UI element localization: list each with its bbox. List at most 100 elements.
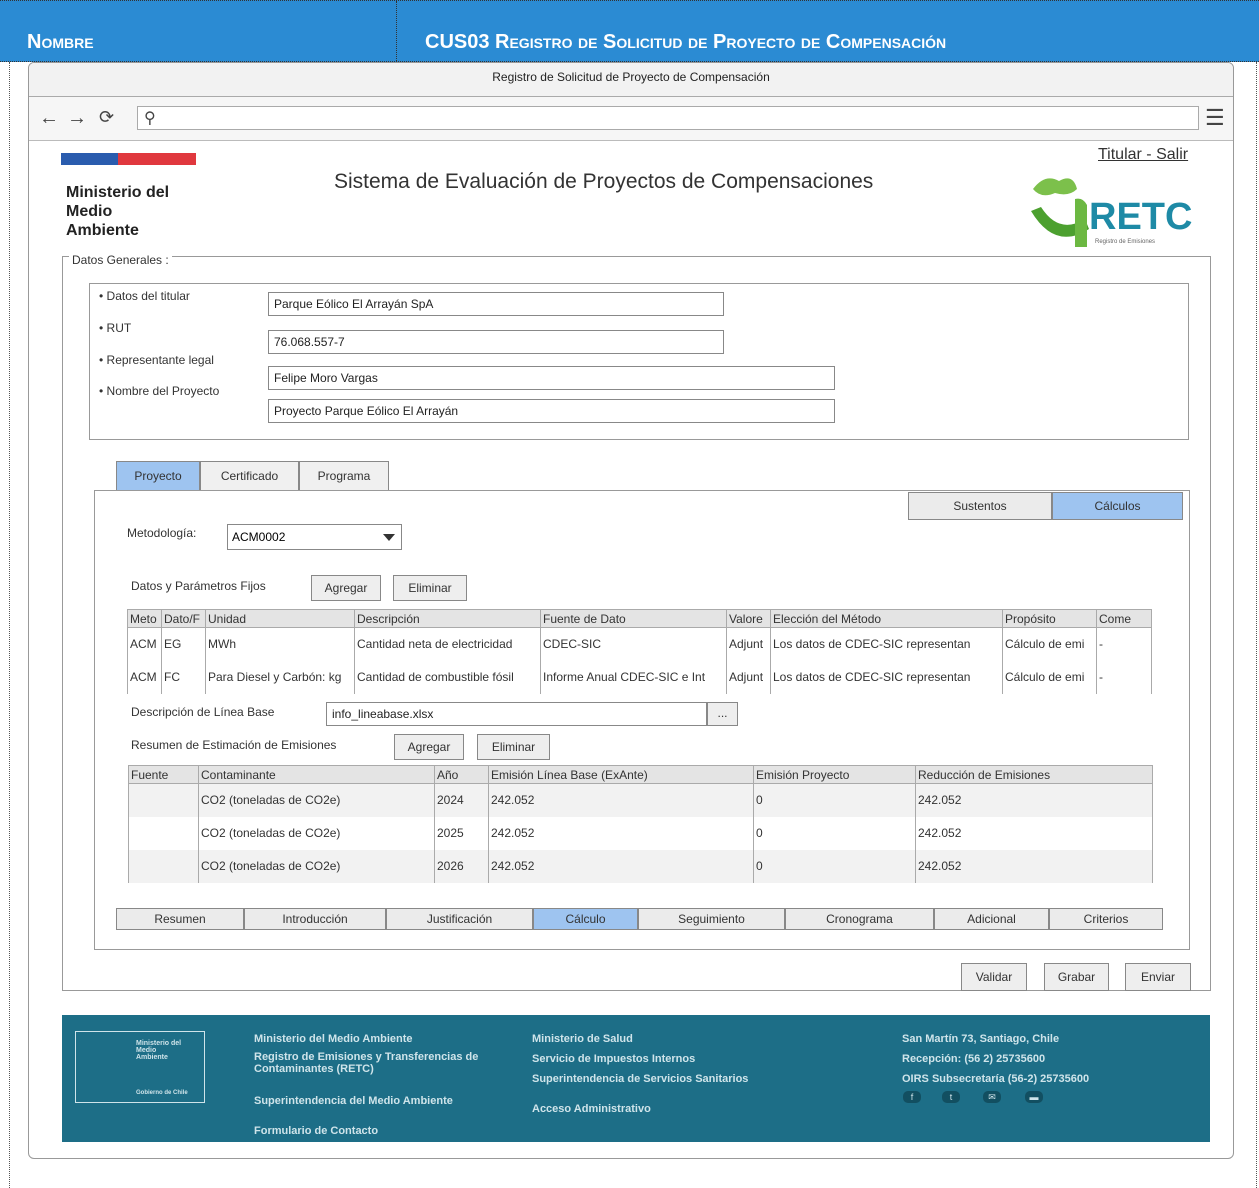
section-tab-calculo[interactable]: Cálculo (533, 908, 638, 930)
baseline-label: Descripción de Línea Base (131, 705, 275, 719)
table-cell: Los datos de CDEC-SIC representan (770, 660, 1003, 694)
column-header[interactable]: Elección del Método (770, 609, 1003, 628)
rut-field[interactable]: 76.068.557-7 (268, 330, 724, 354)
fixed-params-table: Meto Dato/F Unidad Descripción Fuente de Dat… (127, 609, 1152, 694)
column-header[interactable]: Año (434, 765, 489, 784)
tab-certificado[interactable]: Certificado (200, 461, 299, 491)
tab-programa[interactable]: Programa (299, 461, 389, 491)
save-button[interactable]: Grabar (1044, 963, 1109, 991)
table-cell: 0 (753, 816, 916, 850)
section-tab-seguimiento[interactable]: Seguimiento (638, 908, 785, 930)
table-cell: FC (161, 660, 206, 694)
chevron-down-icon (383, 534, 395, 541)
section-tab-criterios[interactable]: Criterios (1049, 908, 1163, 930)
retc-logo: RETC Registro de Emisiones (1025, 159, 1195, 251)
document-header: Nombre CUS03 Registro de Solicitud de Pr… (0, 0, 1259, 63)
table-cell: 242.052 (488, 816, 754, 850)
url-bar: ← → ⟳ ⚲ ☰ (29, 97, 1233, 141)
table-row[interactable]: CO2 (toneladas de CO2e) 2025 242.052 0 242.0… (128, 816, 1153, 850)
table-cell: Cálculo de emi (1002, 660, 1097, 694)
back-icon[interactable]: ← (39, 107, 59, 130)
column-header[interactable]: Come (1096, 609, 1152, 628)
table-cell: Adjunt (726, 627, 771, 661)
section-tab-cronograma[interactable]: Cronograma (785, 908, 934, 930)
left-border (9, 62, 10, 1188)
column-header[interactable]: Propósito (1002, 609, 1097, 628)
footer-link-retc[interactable]: Registro de Emisiones y Transferencias d… (254, 1051, 494, 1075)
column-header[interactable]: Valore (726, 609, 771, 628)
footer-phone: Recepción: (56 2) 25735600 (902, 1053, 1046, 1065)
footer: Ministerio del Medio Ambiente Gobierno d… (62, 1015, 1210, 1142)
table-cell: MWh (205, 627, 355, 661)
section-tab-resumen[interactable]: Resumen (116, 908, 244, 930)
column-header[interactable]: Emisión Proyecto (753, 765, 916, 784)
table-cell: Cantidad de combustible fósil (354, 660, 541, 694)
column-header[interactable]: Dato/F (161, 609, 206, 628)
column-header[interactable]: Reducción de Emisiones (915, 765, 1153, 784)
table-cell: 242.052 (488, 849, 754, 883)
forward-icon[interactable]: → (67, 107, 87, 130)
footer-link-minsal[interactable]: Ministerio de Salud (532, 1033, 633, 1045)
methodology-select[interactable]: ACM0002 (227, 524, 402, 550)
table-cell (128, 849, 199, 883)
mail-icon[interactable]: ✉ (983, 1091, 1001, 1103)
add-param-button[interactable]: Agregar (311, 575, 381, 601)
footer-link-mma[interactable]: Ministerio del Medio Ambiente (254, 1033, 413, 1045)
reload-icon[interactable]: ⟳ (99, 107, 114, 128)
table-cell: 0 (753, 783, 916, 817)
browser-window: Registro de Solicitud de Proyecto de Com… (28, 62, 1234, 1159)
send-button[interactable]: Enviar (1125, 963, 1191, 991)
footer-link-siss[interactable]: Superintendencia de Servicios Sanitarios (532, 1073, 762, 1085)
menu-icon[interactable]: ☰ (1205, 105, 1225, 131)
representative-field[interactable]: Felipe Moro Vargas (268, 366, 835, 390)
header-separator (396, 1, 397, 63)
table-cell: - (1096, 660, 1152, 694)
table-cell: Los datos de CDEC-SIC representan (770, 627, 1003, 661)
subtab-calculos[interactable]: Cálculos (1052, 492, 1183, 520)
general-data-legend: Datos Generales : (69, 253, 172, 267)
table-cell (128, 816, 199, 850)
table-row[interactable]: CO2 (toneladas de CO2e) 2024 242.052 0 242.0… (128, 783, 1153, 817)
delete-emission-button[interactable]: Eliminar (477, 734, 550, 760)
table-cell: Adjunt (726, 660, 771, 694)
tab-proyecto[interactable]: Proyecto (116, 461, 200, 491)
footer-link-sma[interactable]: Superintendencia del Medio Ambiente (254, 1095, 454, 1107)
section-tab-justificacion[interactable]: Justificación (386, 908, 533, 930)
table-cell: CO2 (toneladas de CO2e) (198, 783, 435, 817)
column-header[interactable]: Fuente de Dato (540, 609, 727, 628)
column-header[interactable]: Unidad (205, 609, 355, 628)
table-cell: Cantidad neta de electricidad (354, 627, 541, 661)
footer-link-sii[interactable]: Servicio de Impuestos Internos (532, 1053, 695, 1065)
subtab-sustentos[interactable]: Sustentos (908, 492, 1052, 520)
column-header[interactable]: Fuente (128, 765, 199, 784)
titular-field[interactable]: Parque Eólico El Arrayán SpA (268, 292, 724, 316)
table-cell: 2025 (434, 816, 489, 850)
column-header[interactable]: Contaminante (198, 765, 435, 784)
footer-link-contact[interactable]: Formulario de Contacto (254, 1125, 378, 1137)
project-name-field[interactable]: Proyecto Parque Eólico El Arrayán (268, 399, 835, 423)
column-header[interactable]: Emisión Línea Base (ExAnte) (488, 765, 754, 784)
section-tab-adicional[interactable]: Adicional (934, 908, 1049, 930)
section-tab-introduccion[interactable]: Introducción (244, 908, 386, 930)
table-cell: 2024 (434, 783, 489, 817)
validate-button[interactable]: Validar (961, 963, 1027, 991)
table-row[interactable]: ACM FC Para Diesel y Carbón: kg Cantidad de… (127, 660, 1152, 694)
twitter-icon[interactable]: t (942, 1091, 960, 1103)
facebook-icon[interactable]: f (903, 1091, 921, 1103)
label-rut: • RUT (99, 321, 132, 335)
column-header[interactable]: Meto (127, 609, 162, 628)
table-row[interactable]: CO2 (toneladas de CO2e) 2026 242.052 0 242.0… (128, 849, 1153, 883)
footer-link-admin[interactable]: Acceso Administrativo (532, 1103, 651, 1115)
youtube-icon[interactable]: ▬ (1025, 1091, 1043, 1103)
label-representative: • Representante legal (99, 353, 214, 367)
address-input[interactable]: ⚲ (137, 106, 1199, 130)
table-row[interactable]: ACM EG MWh Cantidad neta de electricidad CDE… (127, 627, 1152, 661)
add-emission-button[interactable]: Agregar (394, 734, 464, 760)
flag-bar (61, 153, 196, 165)
table-cell: 242.052 (915, 816, 1153, 850)
table-cell: Cálculo de emi (1002, 627, 1097, 661)
delete-param-button[interactable]: Eliminar (393, 575, 467, 601)
browse-button[interactable]: ... (707, 702, 738, 726)
baseline-file-input[interactable]: info_lineabase.xlsx (326, 702, 707, 726)
column-header[interactable]: Descripción (354, 609, 541, 628)
